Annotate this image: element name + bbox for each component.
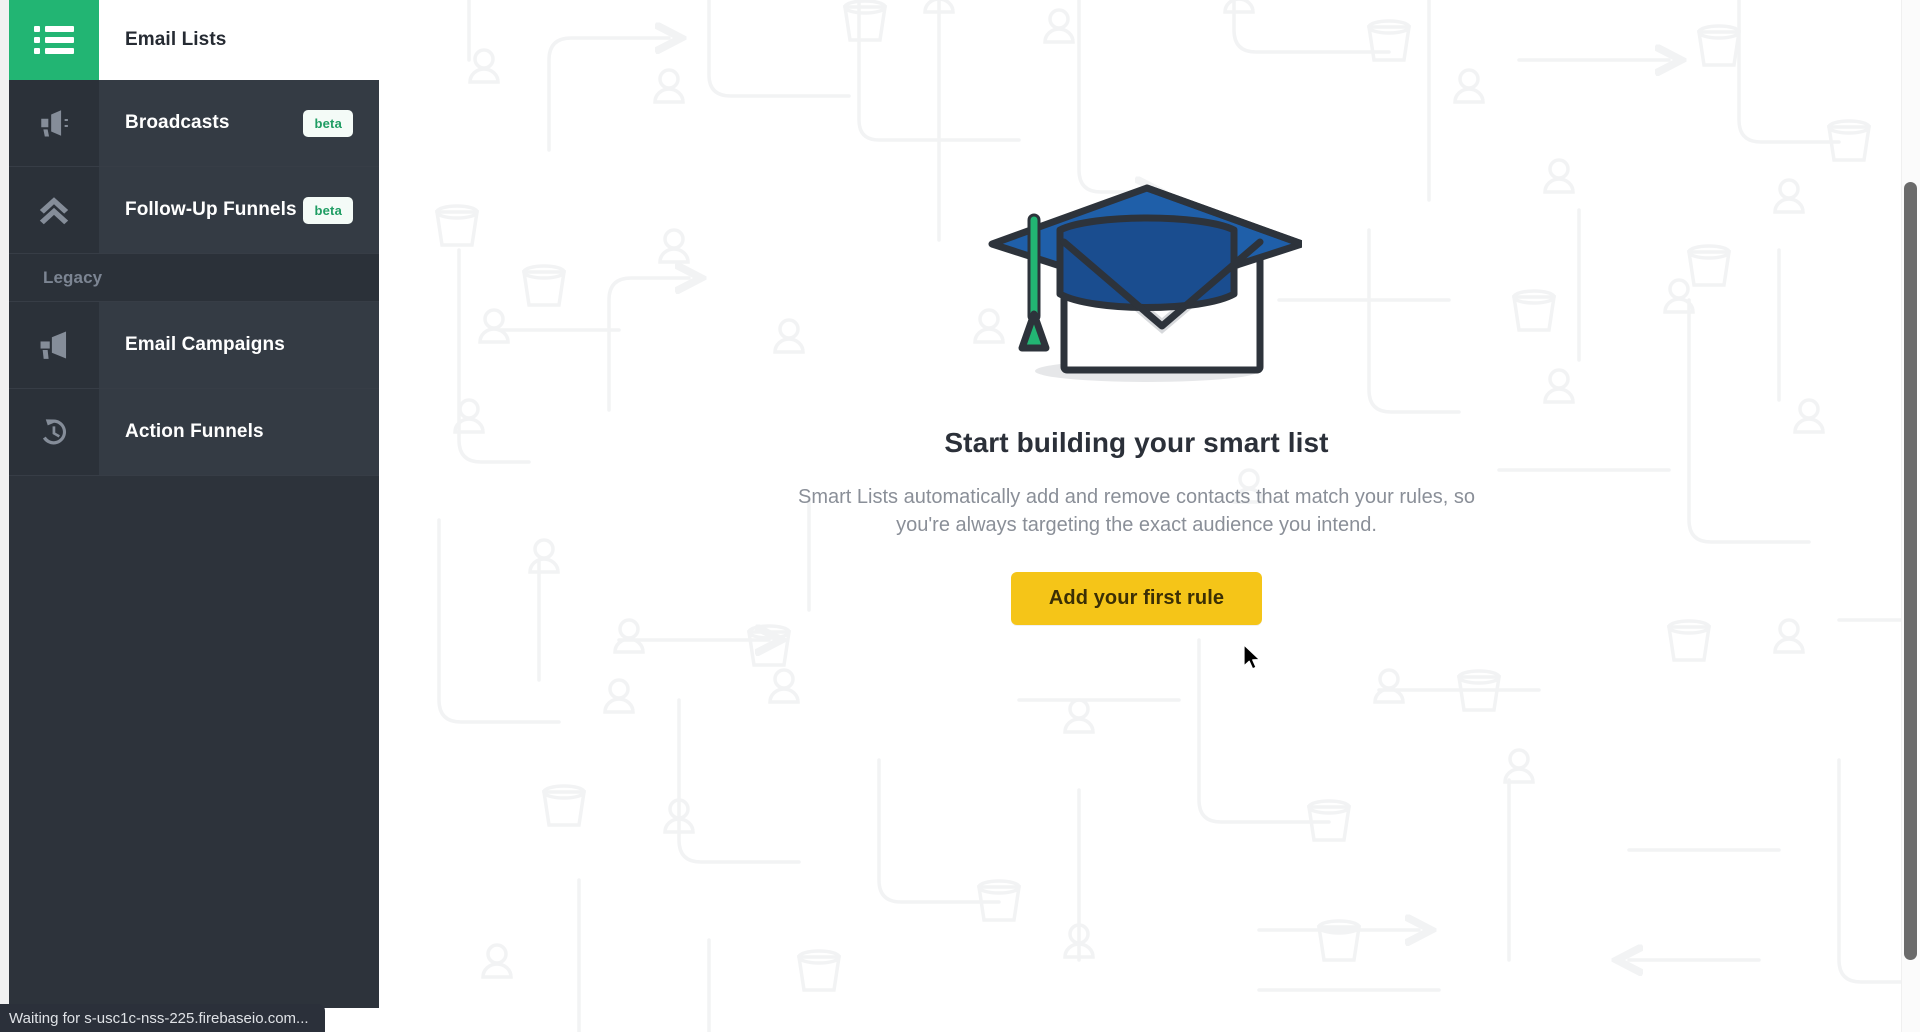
sidebar: Email Lists Broadcasts beta Follow-Up Fu… xyxy=(9,0,379,1008)
empty-state: Start building your smart list Smart Lis… xyxy=(379,176,1894,625)
page-left-gutter xyxy=(0,0,9,1032)
sidebar-empty-area xyxy=(9,476,379,986)
vertical-scrollbar-track[interactable] xyxy=(1901,0,1920,1032)
beta-badge: beta xyxy=(303,196,353,224)
sidebar-item-label: Action Funnels xyxy=(125,421,264,442)
sidebar-item-email-campaigns[interactable]: Email Campaigns xyxy=(9,302,379,389)
sidebar-item-follow-up-funnels[interactable]: Follow-Up Funnels beta xyxy=(9,167,379,254)
status-bar: Waiting for s-usc1c-nss-225.firebaseio.c… xyxy=(0,1004,325,1032)
app-root: Start building your smart list Smart Lis… xyxy=(0,0,1920,1032)
graduation-cap-envelope-illustration xyxy=(972,176,1305,391)
add-first-rule-button[interactable]: Add your first rule xyxy=(1010,571,1263,625)
main-content: Start building your smart list Smart Lis… xyxy=(379,0,1920,1032)
beta-badge: beta xyxy=(303,109,353,137)
sidebar-nav: Broadcasts beta Follow-Up Funnels beta L… xyxy=(9,80,379,986)
sidebar-header: Email Lists xyxy=(9,0,379,80)
sidebar-item-label: Email Campaigns xyxy=(125,334,285,355)
sidebar-title: Email Lists xyxy=(125,29,227,50)
sidebar-item-broadcasts[interactable]: Broadcasts beta xyxy=(9,80,379,167)
sidebar-item-label: Follow-Up Funnels xyxy=(125,199,297,220)
page-description: Smart Lists automatically add and remove… xyxy=(798,486,1475,537)
megaphone-outline-icon xyxy=(41,110,68,137)
sidebar-item-action-funnels[interactable]: Action Funnels xyxy=(9,389,379,476)
sidebar-item-label: Broadcasts xyxy=(125,112,230,133)
page-title: Start building your smart list xyxy=(944,427,1329,458)
list-menu-icon[interactable] xyxy=(9,0,99,80)
vertical-scrollbar-thumb[interactable] xyxy=(1904,182,1917,960)
sidebar-section-legacy: Legacy xyxy=(9,254,379,302)
double-chevron-up-icon xyxy=(39,197,69,225)
history-clock-icon xyxy=(42,419,67,445)
megaphone-icon xyxy=(40,331,67,359)
